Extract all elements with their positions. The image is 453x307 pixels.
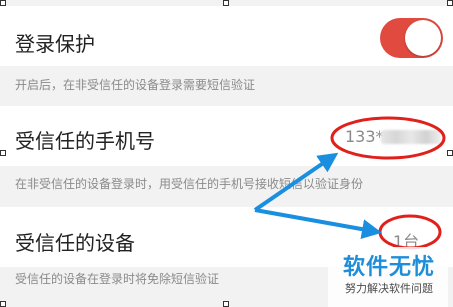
toggle-knob xyxy=(405,20,441,56)
crop-handle-middle-left xyxy=(0,150,6,156)
crop-handle-bottom-left xyxy=(0,301,6,307)
login-protection-row: 登录保护 xyxy=(0,6,453,66)
trusted-phone-value: 133* xyxy=(345,127,384,146)
watermark-logo-text: 软件无忧 xyxy=(342,255,435,280)
login-protection-title: 登录保护 xyxy=(15,32,95,56)
trusted-devices-title: 受信任的设备 xyxy=(15,231,135,255)
crop-handle-top-center xyxy=(223,0,229,6)
crop-handle-top-right xyxy=(447,0,453,6)
crop-handle-middle-right xyxy=(447,150,453,156)
crop-handle-top-left xyxy=(0,0,6,6)
crop-handle-bottom-center xyxy=(223,301,229,307)
trusted-phone-description: 在非受信任的设备登录时，用受信任的手机号接收短信以验证身份 xyxy=(15,177,364,191)
masked-phone-number xyxy=(381,130,441,144)
login-protection-description: 开启后，在非受信任的设备登录需要短信验证 xyxy=(15,78,256,92)
trusted-devices-description: 受信任的设备在登录时将免除短信验证 xyxy=(15,272,220,286)
login-protection-toggle[interactable] xyxy=(380,18,443,58)
trusted-phone-title: 受信任的手机号 xyxy=(15,129,155,153)
watermark-tagline: 努力解决软件问题 xyxy=(345,282,433,295)
